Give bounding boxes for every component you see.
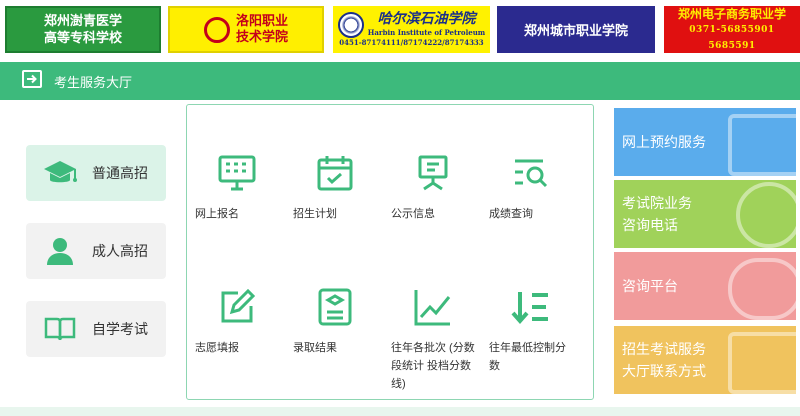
card-label: 网上预约服务 [622, 134, 706, 150]
card-label: 大厅联系方式 [622, 363, 706, 379]
grid-item-label: 录取结果 [293, 342, 337, 354]
page-title: 考生服务大厅 [54, 74, 133, 90]
grid-item-enrollment-plan[interactable]: 招生计划 [287, 151, 383, 223]
graduation-cap-icon [42, 157, 78, 189]
sidebar-item-self-study-exam[interactable]: 自学考试 [26, 301, 166, 357]
banner-line: 技术学院 [235, 29, 288, 45]
certificate-icon [313, 285, 357, 329]
card-consult-phone[interactable]: 考试院业务 咨询电话 [614, 180, 796, 248]
college-banner-strip: 郑州澍青医学 高等专科学校 洛阳职业 技术学院 哈尔滨石油学院 Harbin I… [0, 0, 800, 58]
grid-item-online-registration[interactable]: 网上报名 [189, 151, 285, 223]
presentation-board-icon [411, 151, 455, 195]
line-chart-icon [411, 285, 455, 329]
banner-harbin-petroleum[interactable]: 哈尔滨石油学院 Harbin Institute of Petroleum 04… [333, 6, 490, 53]
card-hall-contact[interactable]: 招生考试服务 大厅联系方式 [614, 326, 796, 394]
grid-item-application-filling[interactable]: 志愿填报 [189, 285, 285, 357]
card-label: 考试院业务 [622, 195, 692, 211]
keyboard-monitor-icon [215, 151, 259, 195]
card-consult-platform[interactable]: 咨询平台 [614, 252, 796, 320]
grid-item-label: 志愿填报 [195, 342, 239, 354]
banner-english-name: Harbin Institute of Petroleum [367, 28, 486, 37]
grid-item-past-batch-scores[interactable]: 往年各批次 (分数段统计 投档分数线) [385, 285, 481, 393]
enter-icon [22, 70, 42, 92]
sidebar-item-label: 普通高招 [92, 165, 148, 181]
grid-item-public-notice[interactable]: 公示信息 [385, 151, 481, 223]
grid-item-admission-result[interactable]: 录取结果 [287, 285, 383, 357]
banner-zhengzhou-ecommerce[interactable]: 郑州电子商务职业学 0371-56855901 5685591 [664, 6, 800, 53]
service-grid: 网上报名 招生计划 公示信息 成绩查询 志愿填报 录取结果 往年各批次 (分数段… [186, 104, 594, 400]
sidebar-item-label: 自学考试 [92, 321, 148, 337]
banner-line: 郑州澍青医学 [43, 13, 122, 29]
grid-item-label: 招生计划 [293, 208, 337, 220]
grid-item-label: 公示信息 [391, 208, 435, 220]
sidebar-item-adult-admission[interactable]: 成人高招 [26, 223, 166, 279]
grid-item-past-minimum-scores[interactable]: 往年最低控制分数 [483, 285, 579, 375]
banner-zhengzhou-shuqing[interactable]: 郑州澍青医学 高等专科学校 [5, 6, 161, 53]
banner-luoyang-vocational[interactable]: 洛阳职业 技术学院 [168, 6, 324, 53]
college-seal-icon [203, 16, 230, 43]
grid-item-label: 网上报名 [195, 208, 239, 220]
card-label: 咨询平台 [622, 278, 678, 294]
open-book-icon [42, 313, 78, 345]
banner-name: 哈尔滨石油学院 [377, 11, 476, 27]
sidebar-item-label: 成人高招 [92, 243, 148, 259]
grid-item-label: 往年各批次 (分数段统计 投档分数线) [391, 342, 475, 390]
grid-item-label: 成绩查询 [489, 208, 533, 220]
calendar-check-icon [313, 151, 357, 195]
sort-descending-icon [509, 285, 553, 329]
sidebar-item-general-admission[interactable]: 普通高招 [26, 145, 166, 201]
grid-item-score-inquiry[interactable]: 成绩查询 [483, 151, 579, 223]
banner-phone: 0371-56855901 5685591 [689, 24, 775, 51]
banner-line: 高等专科学校 [43, 30, 122, 46]
footer-divider [0, 407, 800, 416]
service-hall-header: 考生服务大厅 [0, 62, 800, 100]
college-seal-icon [337, 11, 364, 38]
person-icon [42, 235, 78, 267]
main-content: 普通高招 成人高招 自学考试 网上报名 招生计划 公示信息 成绩查询 志愿填报 … [0, 100, 800, 416]
card-online-appointment[interactable]: 网上预约服务 [614, 108, 796, 176]
card-label: 招生考试服务 [622, 341, 706, 357]
banner-line: 洛阳职业 [235, 13, 288, 29]
banner-name: 郑州电子商务职业学 [677, 6, 786, 21]
card-label: 咨询电话 [622, 217, 678, 233]
edit-pencil-icon [215, 285, 259, 329]
banner-zhengzhou-city[interactable]: 郑州城市职业学院 [497, 6, 655, 53]
banner-phone: 0451-87174111/87174222/87174333 [339, 38, 484, 47]
list-search-icon [509, 151, 553, 195]
banner-name: 郑州城市职业学院 [523, 24, 628, 39]
grid-item-label: 往年最低控制分数 [489, 342, 566, 372]
